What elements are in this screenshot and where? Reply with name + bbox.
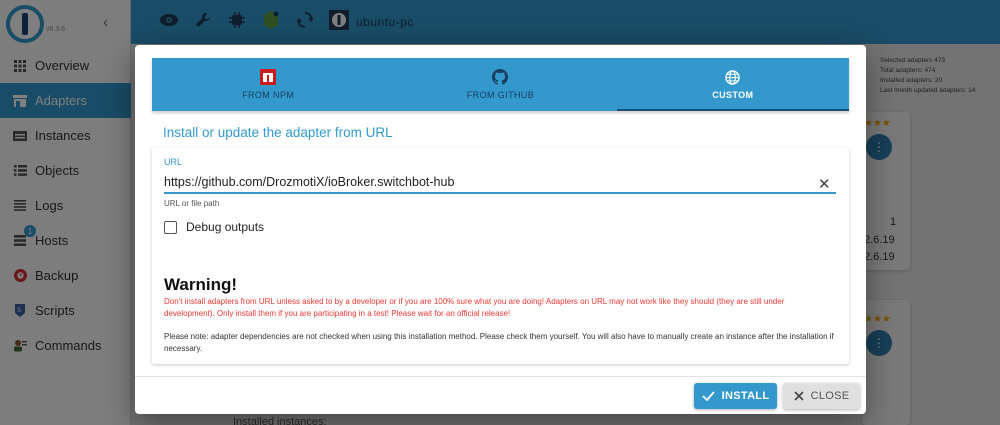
tab-from-npm[interactable]: FROM NPM (152, 58, 384, 111)
url-helper-text: URL or file path (164, 199, 220, 208)
install-source-tabs: FROM NPM FROM GITHUB CUSTOM (152, 58, 850, 111)
checkbox-icon[interactable] (164, 220, 177, 234)
close-button[interactable]: CLOSE (783, 383, 860, 409)
close-icon (794, 389, 804, 404)
url-input[interactable] (164, 172, 836, 194)
clear-url-icon[interactable]: ✕ (818, 175, 831, 193)
install-button[interactable]: INSTALL (694, 383, 777, 409)
close-button-label: CLOSE (810, 390, 850, 402)
tab-from-github[interactable]: FROM GITHUB (384, 58, 616, 111)
dialog-actions-divider (135, 376, 866, 377)
warning-title: Warning! (164, 275, 238, 294)
github-icon (492, 69, 509, 85)
install-button-label: INSTALL (721, 390, 770, 402)
tab-label: FROM GITHUB (466, 90, 535, 100)
dependency-note: Please note: adapter dependencies are no… (164, 332, 834, 353)
tab-label: FROM NPM (242, 90, 295, 100)
debug-outputs-checkbox[interactable]: Debug outputs (164, 220, 264, 234)
tab-custom[interactable]: CUSTOM (616, 58, 850, 111)
url-field-label: URL (164, 157, 183, 167)
dialog-subtitle: Install or update the adapter from URL (163, 125, 393, 140)
globe-icon (725, 69, 741, 85)
check-icon (701, 389, 715, 404)
debug-outputs-label: Debug outputs (186, 220, 265, 234)
tab-label: CUSTOM (712, 90, 754, 100)
custom-install-panel: URL ✕ URL or file path Debug outputs War… (152, 148, 849, 364)
npm-icon (260, 69, 277, 85)
warning-text: Don't install adapters from URL unless a… (164, 297, 785, 318)
install-adapter-dialog: FROM NPM FROM GITHUB CUSTOM Install or u… (135, 45, 866, 414)
